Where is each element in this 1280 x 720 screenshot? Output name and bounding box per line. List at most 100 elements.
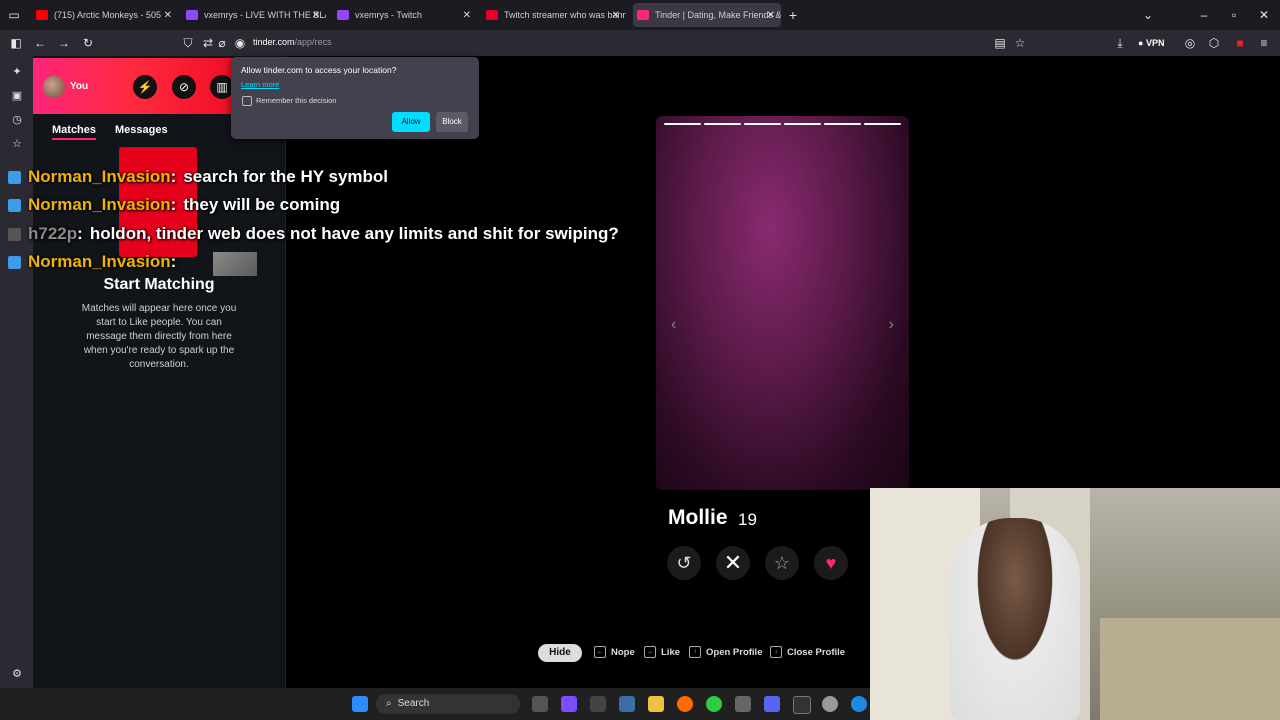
window-close-icon[interactable]: ✕ — [1256, 7, 1272, 23]
url-domain: tinder.com — [253, 37, 295, 47]
next-photo-icon[interactable]: › — [889, 316, 894, 334]
menu-icon[interactable]: ≡ — [1256, 35, 1272, 51]
muted-badge-icon — [8, 227, 21, 241]
tab-messages[interactable]: Messages — [115, 124, 168, 136]
shield-icon[interactable]: ⛉ — [180, 35, 196, 51]
extension-badge-icon[interactable]: ■ — [1232, 35, 1248, 51]
tab-arctic-monkeys[interactable]: (715) Arctic Monkeys - 505 ✕ — [36, 3, 178, 27]
photo-progress-segment — [664, 123, 701, 125]
tab-vxemrys-twitch[interactable]: vxemrys - Twitch ✕ — [337, 3, 477, 27]
tab-label: vxemrys - LIVE WITH THE BLAC — [204, 10, 326, 20]
steam-icon[interactable] — [822, 696, 838, 712]
arrow-right-key-icon: → — [644, 646, 656, 658]
file-explorer-icon[interactable] — [648, 696, 664, 712]
twitch-icon — [186, 10, 198, 20]
location-blocked-icon[interactable]: ⌀ — [214, 35, 230, 51]
taskbar-search-label: Search — [397, 698, 430, 709]
copilot-icon[interactable] — [561, 696, 577, 712]
sync-tabs-icon[interactable]: ▣ — [9, 88, 25, 104]
settings-icon[interactable] — [735, 696, 751, 712]
boost-icon[interactable]: ⚡ — [133, 75, 157, 99]
learn-more-link[interactable]: Learn more — [241, 80, 279, 89]
subscriber-badge-icon — [8, 170, 21, 184]
bookmark-star-icon[interactable]: ☆ — [1012, 35, 1028, 51]
tinder-matches-panel: You ⚡ ⊘ ▥ Matches Messages Start Matchin… — [33, 56, 286, 688]
tab-list-icon[interactable]: ▭ — [6, 7, 22, 23]
tab-tinder[interactable]: Tinder | Dating, Make Friends & ✕ — [633, 3, 781, 27]
vscode-icon[interactable] — [619, 696, 635, 712]
avatar[interactable] — [43, 76, 65, 98]
discord-icon[interactable] — [764, 696, 780, 712]
utorrent-icon[interactable] — [706, 696, 722, 712]
chevron-down-icon[interactable]: ⌄ — [1140, 7, 1156, 23]
minimize-icon[interactable]: – — [1196, 7, 1212, 23]
remember-checkbox[interactable] — [242, 96, 252, 106]
shortcut-like: → Like — [644, 646, 680, 658]
nope-button[interactable]: ✕ — [716, 546, 750, 580]
firefox-icon[interactable] — [677, 696, 693, 712]
chat-emote-image — [213, 252, 257, 276]
bookmarks-icon[interactable]: ☆ — [9, 136, 25, 152]
shortcut-label: Open Profile — [706, 646, 763, 658]
profile-photo-card[interactable]: ‹ › — [656, 116, 909, 490]
shortcut-close-profile: ↓ Close Profile — [770, 646, 845, 658]
maximize-icon[interactable]: ▫ — [1226, 7, 1242, 23]
new-tab-icon[interactable]: + — [785, 7, 801, 23]
super-like-button[interactable]: ☆ — [765, 546, 799, 580]
tab-twitch-streamer-news[interactable]: Twitch streamer who was bann ✕ — [486, 3, 626, 27]
close-icon[interactable]: ✕ — [612, 10, 620, 21]
obs-icon[interactable] — [793, 696, 811, 714]
task-view-icon[interactable] — [532, 696, 548, 712]
close-icon[interactable]: ✕ — [463, 10, 471, 21]
tab-matches[interactable]: Matches — [52, 124, 97, 140]
store-icon[interactable] — [590, 696, 606, 712]
block-button[interactable]: Block — [436, 112, 468, 132]
photo-progress-segment — [824, 123, 861, 125]
reader-view-icon[interactable]: ▤ — [992, 35, 1008, 51]
forward-icon[interactable]: → — [56, 35, 72, 51]
rewind-button[interactable]: ↺ — [667, 546, 701, 580]
download-icon[interactable]: ⤓ — [1112, 35, 1128, 51]
hide-shortcuts-button[interactable]: Hide — [538, 644, 582, 662]
close-icon[interactable]: ✕ — [164, 10, 172, 21]
close-icon[interactable]: ✕ — [767, 10, 775, 21]
profile-name: Mollie — [668, 506, 728, 529]
history-icon[interactable]: ◷ — [9, 112, 25, 128]
permission-question: Allow tinder.com to access your location… — [241, 65, 397, 75]
photo-progress-segment — [784, 123, 821, 125]
prev-photo-icon[interactable]: ‹ — [671, 316, 676, 334]
streamer-webcam — [870, 488, 1280, 720]
vpn-button[interactable]: ● VPN — [1138, 38, 1164, 48]
url-path: /app/recs — [294, 37, 332, 47]
edge-icon[interactable] — [851, 696, 867, 712]
tab-label: Tinder | Dating, Make Friends & — [655, 10, 781, 20]
subscriber-badge-icon — [8, 255, 21, 269]
browser-nav-bar: ◧ ← → ↻ ⛉ ⇄ ⌀ ◉ tinder.com/app/recs ▤ ☆ … — [0, 30, 1280, 56]
extensions-icon[interactable]: ⬡ — [1206, 35, 1222, 51]
close-icon[interactable]: ✕ — [312, 10, 320, 21]
reload-icon[interactable]: ↻ — [80, 35, 96, 51]
chat-username: Norman_Invasion — [28, 252, 171, 271]
sidebar-toggle-icon[interactable]: ◧ — [8, 35, 24, 51]
location-icon[interactable]: ◉ — [232, 35, 248, 51]
profile-age: 19 — [738, 510, 757, 529]
chat-username: h722p — [28, 224, 78, 243]
account-icon[interactable]: ◎ — [1182, 35, 1198, 51]
shortcut-open-profile: ↑ Open Profile — [689, 646, 762, 658]
profile-name-label[interactable]: You — [70, 81, 88, 92]
location-permission-popup: Allow tinder.com to access your location… — [231, 57, 479, 139]
allow-button[interactable]: Allow — [392, 112, 430, 132]
tab-label: (715) Arctic Monkeys - 505 — [54, 10, 162, 20]
url-bar[interactable]: tinder.com/app/recs — [253, 37, 332, 47]
windows-start-icon[interactable] — [352, 696, 368, 712]
taskbar-search[interactable]: ⌕ Search — [376, 694, 520, 714]
chat-username: Norman_Invasion — [28, 195, 171, 214]
ai-sparkle-icon[interactable]: ✦ — [9, 64, 25, 80]
explore-icon[interactable]: ⊘ — [172, 75, 196, 99]
like-button[interactable]: ♥ — [814, 546, 848, 580]
settings-gear-icon[interactable]: ⚙ — [9, 666, 25, 682]
webcam-couch — [1100, 618, 1280, 720]
star-icon: ☆ — [773, 553, 791, 573]
tab-vxemrys-live[interactable]: vxemrys - LIVE WITH THE BLAC ✕ — [186, 3, 326, 27]
back-icon[interactable]: ← — [32, 35, 48, 51]
